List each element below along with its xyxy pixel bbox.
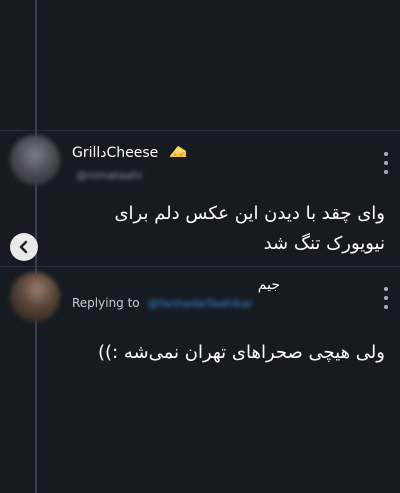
divider [0,266,400,267]
back-button[interactable] [10,233,38,261]
divider [0,130,400,131]
replying-to: Replying to @fanhadarfaahikar [72,296,253,310]
cheese-icon [169,143,187,163]
display-name[interactable]: GrillدCheese [72,143,187,163]
display-name-text: GrillدCheese [72,145,159,161]
chevron-left-icon [19,240,28,254]
more-options-icon[interactable] [380,287,392,309]
display-name[interactable]: جیم [72,277,280,293]
replying-to-handle[interactable]: @fanhadarfaahikar [147,297,252,310]
avatar[interactable] [10,135,60,185]
more-options-icon[interactable] [380,152,392,174]
tweet-text: وای چقد با دیدن این عکس دلم برای نیویورک… [114,203,385,254]
avatar[interactable] [10,272,60,322]
tweet-text: ولی هیچی صحراهای تهران نمی‌شه :)) [98,342,385,363]
user-handle[interactable]: @nimataahi [76,169,142,182]
replying-to-label: Replying to [72,296,140,310]
